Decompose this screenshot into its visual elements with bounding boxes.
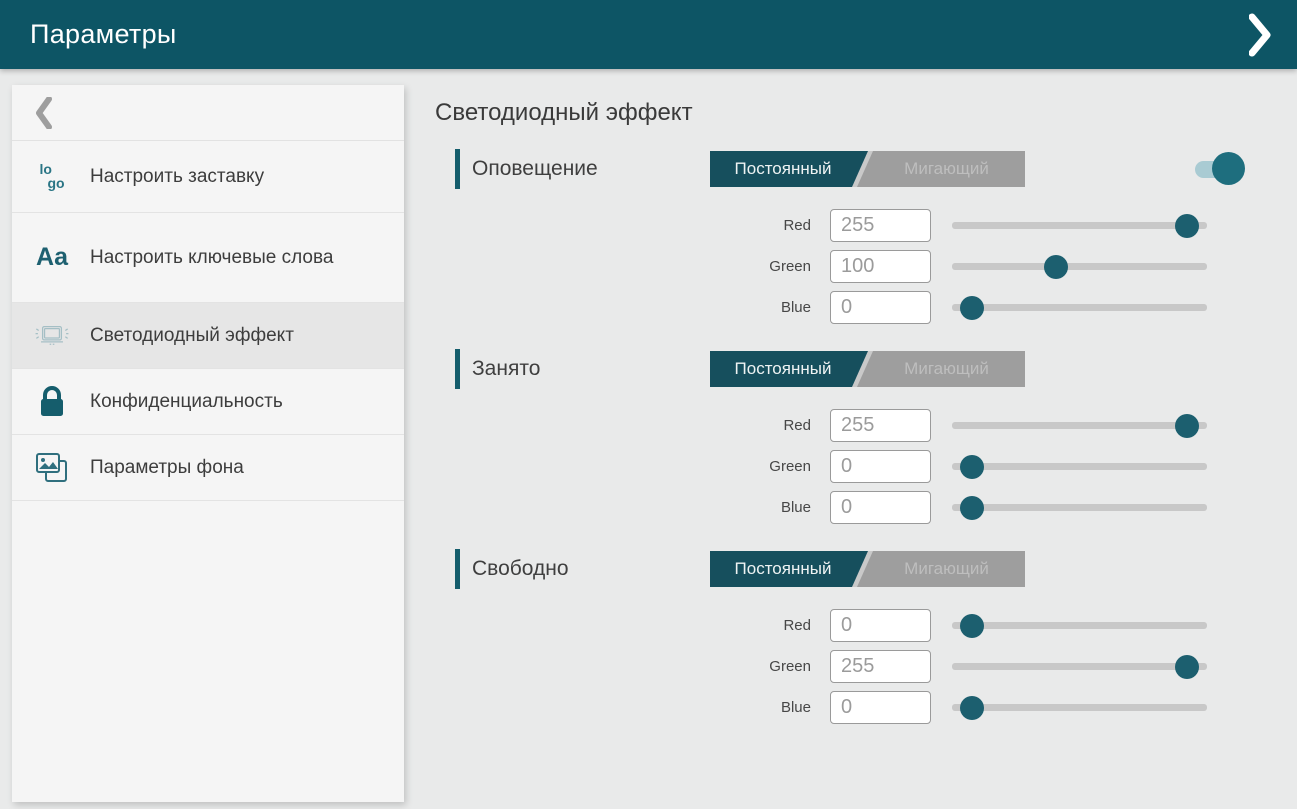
mode-toggle: Постоянный Мигающий xyxy=(710,551,1025,587)
channel-label: Green xyxy=(455,658,811,675)
slider-thumb[interactable] xyxy=(1175,414,1199,438)
page-title: Параметры xyxy=(30,19,177,50)
green-slider[interactable] xyxy=(952,663,1207,670)
mode-blinking-button[interactable]: Мигающий xyxy=(868,551,1025,587)
slider-thumb[interactable] xyxy=(960,614,984,638)
mode-toggle: Постоянный Мигающий xyxy=(710,151,1025,187)
green-value-input[interactable] xyxy=(830,250,931,283)
red-slider[interactable] xyxy=(952,422,1207,429)
green-value-input[interactable] xyxy=(830,650,931,683)
chevron-right-icon xyxy=(1249,13,1271,57)
slider-thumb[interactable] xyxy=(960,296,984,320)
red-value-input[interactable] xyxy=(830,609,931,642)
channel-label: Red xyxy=(455,617,811,634)
red-slider[interactable] xyxy=(952,222,1207,229)
section-accent-bar xyxy=(455,549,460,589)
led-effect-panel: Светодиодный эффект Оповещение Постоянны… xyxy=(404,69,1297,809)
red-slider[interactable] xyxy=(952,622,1207,629)
section-accent-bar xyxy=(455,349,460,389)
channel-label: Green xyxy=(455,458,811,475)
section-busy: Занято Постоянный Мигающий Red Green xyxy=(455,349,1245,524)
blue-value-input[interactable] xyxy=(830,491,931,524)
logo-icon: logo xyxy=(34,163,70,190)
mode-toggle: Постоянный Мигающий xyxy=(710,351,1025,387)
channel-label: Blue xyxy=(455,699,811,716)
section-free: Свободно Постоянный Мигающий Red Green xyxy=(455,549,1245,724)
channel-row-red: Red xyxy=(455,609,1245,642)
channel-label: Blue xyxy=(455,299,811,316)
sidebar-item-label: Настроить заставку xyxy=(90,164,282,190)
blue-slider[interactable] xyxy=(952,704,1207,711)
blue-slider[interactable] xyxy=(952,304,1207,311)
blue-value-input[interactable] xyxy=(830,691,931,724)
green-slider[interactable] xyxy=(952,263,1207,270)
sidebar-item-label: Конфиденциальность xyxy=(90,389,301,415)
section-title: Занято xyxy=(472,357,710,381)
led-enable-switch[interactable] xyxy=(1195,151,1245,187)
green-value-input[interactable] xyxy=(830,450,931,483)
mode-solid-button[interactable]: Постоянный xyxy=(710,551,856,587)
channel-row-red: Red xyxy=(455,209,1245,242)
sidebar-item-background[interactable]: Параметры фона xyxy=(12,435,404,501)
channel-row-green: Green xyxy=(455,250,1245,283)
section-title: Свободно xyxy=(472,557,710,581)
panel-title: Светодиодный эффект xyxy=(435,99,1297,127)
slider-thumb[interactable] xyxy=(960,696,984,720)
channel-row-green: Green xyxy=(455,650,1245,683)
slider-thumb[interactable] xyxy=(1175,655,1199,679)
section-notification: Оповещение Постоянный Мигающий Red xyxy=(455,149,1245,324)
slider-thumb[interactable] xyxy=(960,496,984,520)
background-image-icon xyxy=(34,451,70,485)
back-button[interactable] xyxy=(12,85,404,141)
channel-label: Blue xyxy=(455,499,811,516)
led-screen-icon xyxy=(34,320,70,352)
sidebar-item-privacy[interactable]: Конфиденциальность xyxy=(12,369,404,435)
channel-row-blue: Blue xyxy=(455,291,1245,324)
sidebar-item-keywords[interactable]: Aa Настроить ключевые слова xyxy=(12,213,404,303)
slider-thumb[interactable] xyxy=(1175,214,1199,238)
mode-solid-button[interactable]: Постоянный xyxy=(710,151,856,187)
mode-solid-button[interactable]: Постоянный xyxy=(710,351,856,387)
section-accent-bar xyxy=(455,149,460,189)
sidebar-item-led-effect[interactable]: Светодиодный эффект xyxy=(12,303,404,369)
keywords-icon: Aa xyxy=(34,243,70,272)
channel-label: Red xyxy=(455,417,811,434)
channel-label: Green xyxy=(455,258,811,275)
section-title: Оповещение xyxy=(472,157,710,181)
green-slider[interactable] xyxy=(952,463,1207,470)
channel-row-red: Red xyxy=(455,409,1245,442)
sidebar: logo Настроить заставку Aa Настроить клю… xyxy=(12,85,404,802)
sidebar-item-splash[interactable]: logo Настроить заставку xyxy=(12,141,404,213)
red-value-input[interactable] xyxy=(830,209,931,242)
chevron-left-icon xyxy=(36,97,52,129)
slider-thumb[interactable] xyxy=(960,455,984,479)
mode-blinking-button[interactable]: Мигающий xyxy=(868,151,1025,187)
mode-blinking-button[interactable]: Мигающий xyxy=(868,351,1025,387)
channel-row-blue: Blue xyxy=(455,691,1245,724)
sidebar-item-label: Настроить ключевые слова xyxy=(90,245,351,271)
red-value-input[interactable] xyxy=(830,409,931,442)
slider-thumb[interactable] xyxy=(1044,255,1068,279)
channel-label: Red xyxy=(455,217,811,234)
forward-button[interactable] xyxy=(1237,9,1283,61)
lock-icon xyxy=(34,386,70,418)
sidebar-item-label: Параметры фона xyxy=(90,455,262,481)
app-header: Параметры xyxy=(0,0,1297,69)
switch-knob xyxy=(1212,152,1245,185)
blue-value-input[interactable] xyxy=(830,291,931,324)
channel-row-green: Green xyxy=(455,450,1245,483)
sidebar-item-label: Светодиодный эффект xyxy=(90,323,312,349)
blue-slider[interactable] xyxy=(952,504,1207,511)
channel-row-blue: Blue xyxy=(455,491,1245,524)
